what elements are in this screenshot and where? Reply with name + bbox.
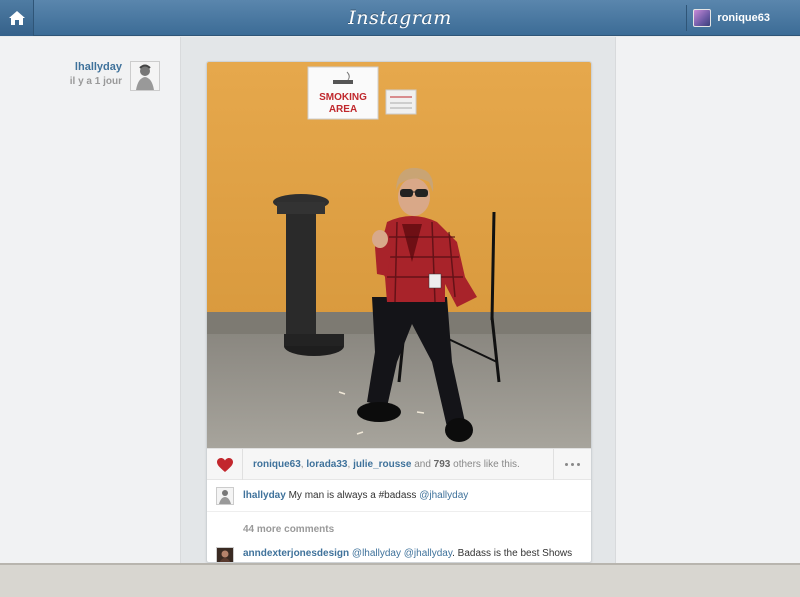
bottom-bar	[0, 563, 800, 597]
liker-link[interactable]: lorada33	[306, 459, 347, 470]
likes-summary: ronique63, lorada33, julie_rousse and 79…	[253, 459, 520, 470]
likes-count[interactable]: 793	[434, 459, 451, 470]
post-card: SMOKING AREA ronique63, lorada33, julie_…	[206, 61, 592, 563]
right-column	[615, 37, 800, 563]
post-caption: lhallyday My man is always a #badass @jh…	[207, 480, 591, 512]
comment-text: . Badass is the best Shows	[452, 548, 573, 559]
comment-mention[interactable]: @lhallyday	[352, 548, 401, 559]
svg-text:SMOKING: SMOKING	[319, 92, 367, 103]
caption-mention[interactable]: @jhallyday	[419, 490, 468, 501]
user-menu[interactable]: ronique63	[686, 5, 778, 31]
caption-author-link[interactable]: lhallyday	[243, 490, 286, 501]
commenter-link[interactable]: anndexterjonesdesign	[243, 548, 349, 559]
like-button[interactable]	[207, 449, 243, 480]
post-author-info: lhallyday il y a 1 jour	[70, 61, 160, 91]
comment-item: anndexterjonesdesign @lhallyday @jhallyd…	[207, 543, 591, 562]
heart-icon	[216, 457, 233, 472]
liker-link[interactable]: ronique63	[253, 459, 301, 470]
more-dots-icon	[565, 463, 568, 466]
post-photo[interactable]: SMOKING AREA	[207, 62, 591, 448]
svg-text:AREA: AREA	[329, 104, 357, 115]
more-options-button[interactable]	[553, 449, 591, 480]
post-timestamp: il y a 1 jour	[69, 76, 122, 87]
more-comments-link[interactable]: 44 more comments	[243, 524, 334, 535]
top-bar: Instagram ronique63	[0, 0, 800, 36]
post-author-link[interactable]: lhallyday	[70, 61, 122, 73]
user-avatar	[693, 9, 712, 27]
caption-text: My man is always a #badass	[288, 490, 417, 501]
instagram-logo[interactable]: Instagram	[0, 7, 800, 29]
caption-author-avatar[interactable]	[216, 487, 234, 505]
comment-mention[interactable]: @jhallyday	[404, 548, 452, 559]
commenter-avatar[interactable]	[216, 547, 234, 562]
liker-link[interactable]: julie_rousse	[353, 459, 411, 470]
left-column: lhallyday il y a 1 jour	[0, 37, 181, 563]
likes-bar: ronique63, lorada33, julie_rousse and 79…	[207, 448, 591, 480]
username: ronique63	[717, 12, 770, 24]
post-author-avatar[interactable]	[130, 61, 160, 91]
